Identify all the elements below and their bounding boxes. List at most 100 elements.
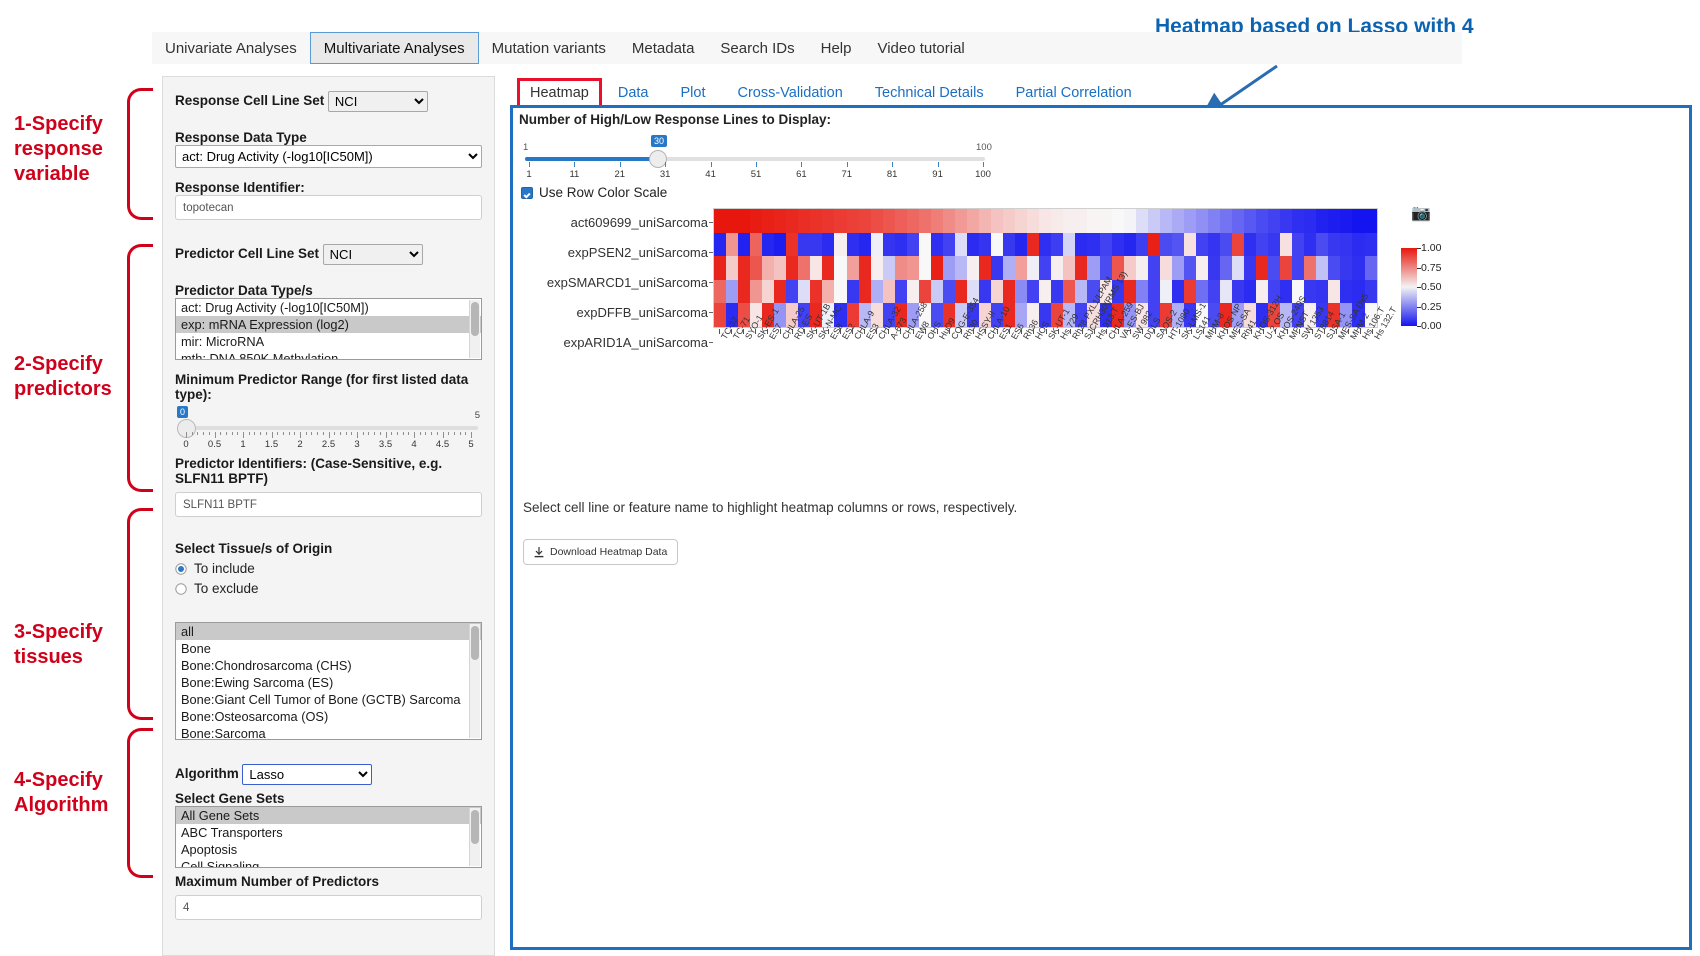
heatmap-cell[interactable] (1328, 280, 1340, 304)
nav-tab-metadata[interactable]: Metadata (619, 32, 708, 64)
heatmap-cell[interactable] (1208, 209, 1220, 233)
heatmap-cell[interactable] (1087, 209, 1099, 233)
response-identifier-input[interactable] (175, 195, 482, 220)
heatmap-cell[interactable] (1196, 209, 1208, 233)
nav-tab-video-tutorial[interactable]: Video tutorial (864, 32, 977, 64)
heatmap-cell[interactable] (822, 280, 834, 304)
heatmap-cell[interactable] (834, 256, 846, 280)
heatmap-cell[interactable] (1063, 233, 1075, 257)
heatmap-cell[interactable] (1316, 209, 1328, 233)
heatmap-cell[interactable] (1292, 233, 1304, 257)
heatmap-column-labels[interactable]: TC-32TC-71SYO-1SK-ES-1ES7CHLA-25RD-ESSK-… (713, 336, 1413, 446)
heatmap-cell[interactable] (991, 280, 1003, 304)
heatmap-cell[interactable] (1352, 256, 1364, 280)
heatmap-cell[interactable] (1087, 256, 1099, 280)
heatmap-cell[interactable] (1292, 256, 1304, 280)
heatmap-cell[interactable] (1352, 209, 1364, 233)
heatmap-cell[interactable] (919, 233, 931, 257)
heatmap-cell[interactable] (847, 280, 859, 304)
heatmap-cell[interactable] (1051, 209, 1063, 233)
heatmap-cell[interactable] (1015, 280, 1027, 304)
heatmap-cell[interactable] (750, 280, 762, 304)
heatmap-cell[interactable] (883, 233, 895, 257)
predictor-identifiers-input[interactable] (175, 492, 482, 517)
heatmap-cell[interactable] (1027, 233, 1039, 257)
heatmap-cell[interactable] (943, 209, 955, 233)
heatmap-cell[interactable] (1256, 209, 1268, 233)
heatmap-cell[interactable] (1328, 233, 1340, 257)
heatmap-cell[interactable] (1015, 256, 1027, 280)
heatmap-cell[interactable] (1124, 233, 1136, 257)
heatmap-cell[interactable] (1304, 256, 1316, 280)
gene-sets-listbox[interactable]: All Gene Sets ABC Transporters Apoptosis… (175, 806, 482, 868)
heatmap-cell[interactable] (1184, 256, 1196, 280)
subtab-heatmap[interactable]: Heatmap (517, 78, 602, 108)
heatmap-cell[interactable] (774, 280, 786, 304)
heatmap-cell[interactable] (1220, 233, 1232, 257)
heatmap-cell[interactable] (931, 233, 943, 257)
heatmap-cell[interactable] (955, 209, 967, 233)
heatmap-cell[interactable] (1075, 256, 1087, 280)
heatmap-cell[interactable] (1075, 280, 1087, 304)
heatmap-cell[interactable] (1232, 209, 1244, 233)
heatmap-cell[interactable] (895, 256, 907, 280)
heatmap-cell[interactable] (738, 233, 750, 257)
heatmap-cell[interactable] (1244, 256, 1256, 280)
gene-set-option-apoptosis[interactable]: Apoptosis (176, 841, 481, 858)
tissue-option-all[interactable]: all (176, 623, 481, 640)
heatmap-cell[interactable] (931, 256, 943, 280)
heatmap-cell[interactable] (1039, 233, 1051, 257)
heatmap-cell[interactable] (1316, 256, 1328, 280)
heatmap-cell[interactable] (1172, 209, 1184, 233)
nav-tab-mutation-variants[interactable]: Mutation variants (479, 32, 619, 64)
heatmap-cell[interactable] (1196, 280, 1208, 304)
heatmap-cell[interactable] (726, 209, 738, 233)
tissue-exclude-label[interactable]: To exclude (194, 581, 259, 596)
heatmap-cell[interactable] (1100, 209, 1112, 233)
max-predictors-input[interactable] (175, 895, 482, 920)
heatmap-cell[interactable] (762, 256, 774, 280)
heatmap-cell[interactable] (1365, 209, 1377, 233)
heatmap-cell[interactable] (1027, 256, 1039, 280)
heatmap-cell[interactable] (1328, 256, 1340, 280)
heatmap-cell[interactable] (1304, 209, 1316, 233)
heatmap-cell[interactable] (1003, 209, 1015, 233)
heatmap-cell[interactable] (786, 256, 798, 280)
heatmap-cell[interactable] (834, 209, 846, 233)
heatmap-cell[interactable] (1184, 209, 1196, 233)
heatmap-row-label[interactable]: act609699_uniSarcoma (543, 208, 708, 238)
heatmap-cell[interactable] (750, 209, 762, 233)
heatmap-cell[interactable] (1220, 209, 1232, 233)
predictor-data-types-scrollbar[interactable] (469, 300, 480, 358)
nav-tab-multivariate-analyses[interactable]: Multivariate Analyses (310, 32, 479, 64)
predictor-data-type-option-mir[interactable]: mir: MicroRNA (176, 333, 481, 350)
subtab-cross-validation[interactable]: Cross-Validation (721, 85, 858, 101)
heatmap-cell[interactable] (907, 209, 919, 233)
heatmap-cell[interactable] (1003, 280, 1015, 304)
heatmap-cell[interactable] (1196, 256, 1208, 280)
heatmap-row-labels[interactable]: act609699_uniSarcomaexpPSEN2_uniSarcomae… (543, 208, 708, 358)
min-predictor-range-slider[interactable]: 0 5 00.511.522.533.544.55 (175, 406, 482, 454)
heatmap-cell[interactable] (1244, 209, 1256, 233)
heatmap-cell[interactable] (955, 256, 967, 280)
heatmap-cell[interactable] (1340, 280, 1352, 304)
tissue-option-chondrosarcoma[interactable]: Bone:Chondrosarcoma (CHS) (176, 657, 481, 674)
heatmap-cell[interactable] (1075, 209, 1087, 233)
nav-tab-search-ids[interactable]: Search IDs (707, 32, 807, 64)
heatmap-cell[interactable] (1063, 209, 1075, 233)
heatmap-cell[interactable] (847, 233, 859, 257)
gene-set-option-cell-signaling[interactable]: Cell Signaling (176, 858, 481, 868)
heatmap-cell[interactable] (1160, 209, 1172, 233)
heatmap-cell[interactable] (883, 256, 895, 280)
heatmap-cell[interactable] (834, 280, 846, 304)
heatmap-cell[interactable] (1208, 233, 1220, 257)
heatmap-cell[interactable] (967, 233, 979, 257)
heatmap-cell[interactable] (1280, 233, 1292, 257)
heatmap-cell[interactable] (859, 233, 871, 257)
heatmap-cell[interactable] (750, 233, 762, 257)
heatmap-cell[interactable] (1148, 280, 1160, 304)
heatmap-cell[interactable] (1316, 233, 1328, 257)
heatmap-cell[interactable] (1148, 256, 1160, 280)
heatmap-cell[interactable] (810, 209, 822, 233)
heatmap-cell[interactable] (1352, 233, 1364, 257)
